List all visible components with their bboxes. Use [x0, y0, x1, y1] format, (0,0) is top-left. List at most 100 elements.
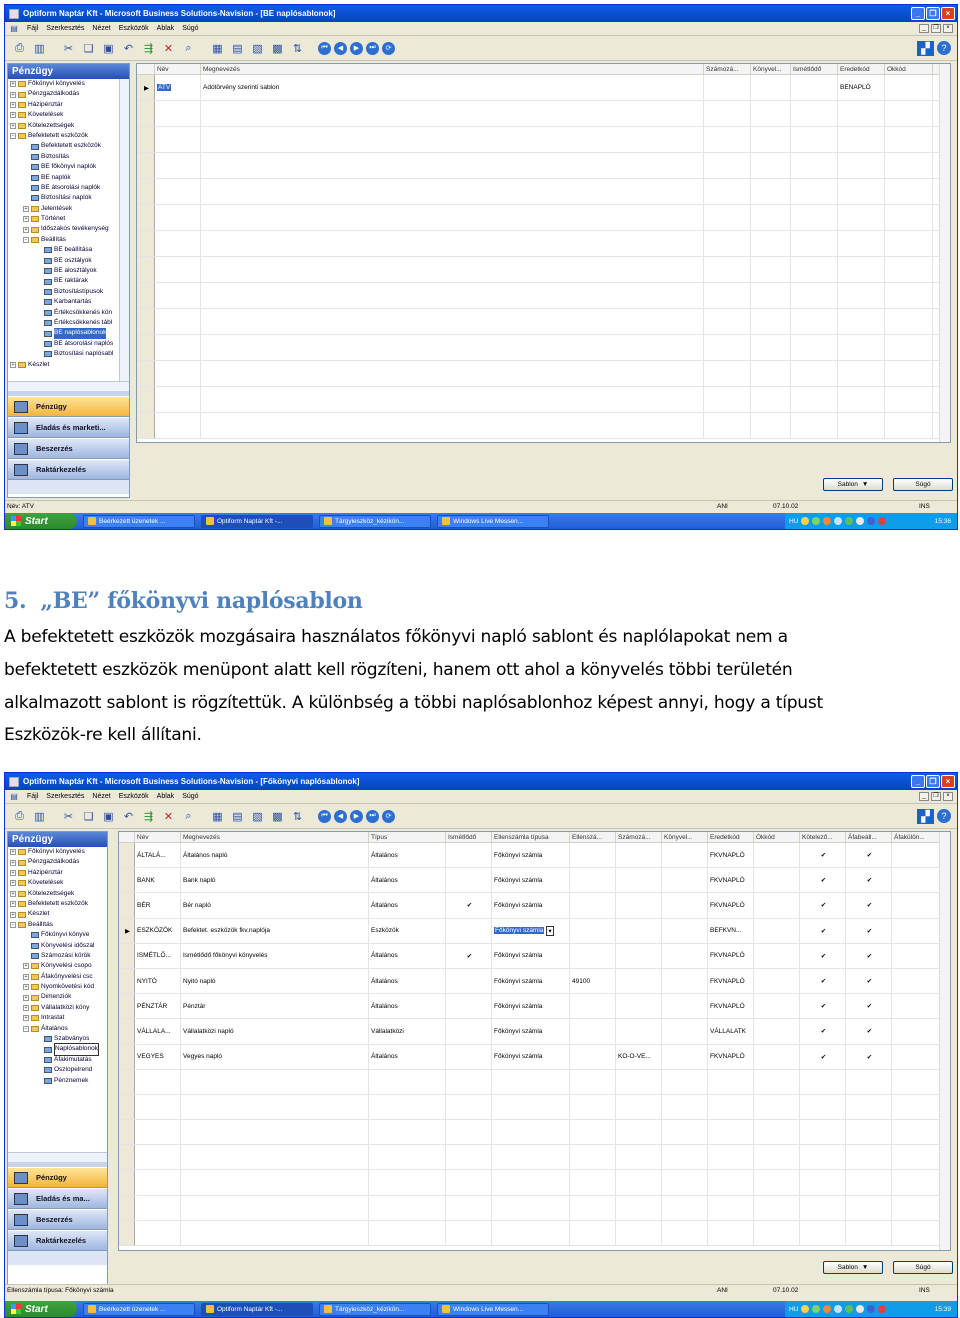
table-cell[interactable]: [492, 1094, 570, 1120]
tree-item[interactable]: + Készlet: [10, 909, 107, 919]
nav-button-penzugy[interactable]: Pénzügy: [8, 396, 129, 417]
table-cell[interactable]: [791, 257, 838, 282]
table-cell[interactable]: [446, 1220, 492, 1245]
table-row[interactable]: [119, 1069, 950, 1095]
table-cell[interactable]: [885, 127, 933, 152]
tree-item[interactable]: +Karbantartás: [10, 297, 129, 307]
tree-item[interactable]: +BE alosztályok: [10, 266, 129, 276]
last-record-icon[interactable]: ⏭: [366, 41, 379, 55]
table-cell[interactable]: [800, 1094, 846, 1120]
table-cell[interactable]: [791, 75, 838, 100]
table-cell[interactable]: [135, 1195, 181, 1220]
next-record-icon[interactable]: ▶: [350, 41, 363, 55]
table-cell[interactable]: [446, 843, 492, 868]
row-indicator[interactable]: [137, 205, 155, 230]
table-cell[interactable]: KO-O-VE...: [616, 1044, 662, 1069]
row-indicator[interactable]: [119, 1094, 135, 1120]
tree-item[interactable]: − Befektetett eszközök: [10, 131, 129, 141]
table-cell[interactable]: [846, 1120, 892, 1145]
table-cell[interactable]: ✔: [846, 943, 892, 968]
table-row[interactable]: [137, 361, 950, 387]
table-cell[interactable]: [492, 1195, 570, 1220]
table-cell[interactable]: [492, 1170, 570, 1195]
menu-window[interactable]: Ablak: [157, 793, 175, 800]
table-cell[interactable]: [885, 75, 933, 100]
table-cell[interactable]: [446, 1044, 492, 1069]
table-cell[interactable]: [446, 1069, 492, 1094]
table-cell[interactable]: [181, 1170, 369, 1195]
table-cell[interactable]: [201, 387, 704, 412]
table-cell[interactable]: Általános: [369, 994, 446, 1019]
table-row[interactable]: ÁLTALÁ... Általános napló Általános Főkönyv…: [119, 843, 950, 869]
tree-item[interactable]: +Értékcsökkenés kön: [10, 308, 129, 318]
table-cell[interactable]: Általános: [369, 968, 446, 994]
column-header[interactable]: Ismétlődő: [791, 64, 838, 74]
table-cell[interactable]: [791, 179, 838, 204]
table-cell[interactable]: [838, 127, 885, 152]
expand-icon[interactable]: +: [23, 205, 29, 212]
expand-icon[interactable]: +: [23, 994, 29, 1001]
table-cell[interactable]: [616, 1120, 662, 1145]
table-cell[interactable]: [570, 918, 616, 943]
tray-icon[interactable]: [878, 517, 887, 525]
row-indicator[interactable]: ▶: [137, 75, 155, 100]
tray-icon[interactable]: [845, 517, 854, 525]
tree-item[interactable]: +Értékcsökkenés tábl: [10, 318, 129, 328]
table-cell[interactable]: [181, 1094, 369, 1120]
table-cell[interactable]: [846, 1195, 892, 1220]
table-cell[interactable]: [570, 893, 616, 918]
row-indicator[interactable]: ▶: [119, 918, 135, 943]
nav-button-raktarkezeles[interactable]: Raktárkezelés: [8, 1230, 107, 1251]
row-indicator[interactable]: [119, 1044, 135, 1069]
tree-item[interactable]: +BE beállítása: [10, 245, 129, 255]
table-cell[interactable]: ÁLTALÁ...: [135, 843, 181, 868]
tree-item[interactable]: +Számozási körök: [10, 951, 107, 961]
task-outlook[interactable]: Beérkezett üzenetek ...: [83, 514, 195, 528]
table-cell[interactable]: [135, 1120, 181, 1145]
menu-edit[interactable]: Szerkesztés: [46, 25, 84, 32]
table-cell[interactable]: [751, 127, 791, 152]
table-cell[interactable]: [492, 1069, 570, 1094]
preview-icon[interactable]: ▥: [31, 40, 48, 57]
table-cell[interactable]: [846, 1094, 892, 1120]
table-cell[interactable]: [751, 205, 791, 230]
table-cell[interactable]: [201, 101, 704, 126]
table-cell[interactable]: [704, 257, 751, 282]
table-row[interactable]: NYITÓ Nyitó napló Általános Főkönyvi számla…: [119, 968, 950, 995]
table-cell[interactable]: [662, 1195, 708, 1220]
tree-item[interactable]: + Vállalatközi köny: [10, 1003, 107, 1013]
table-cell[interactable]: [892, 968, 946, 994]
print-icon[interactable]: ⎙: [11, 808, 28, 825]
row-indicator[interactable]: [119, 1120, 135, 1145]
table-cell[interactable]: [570, 1170, 616, 1195]
undo-icon[interactable]: ↶: [120, 808, 137, 825]
table-cell[interactable]: [754, 1195, 800, 1220]
mdi-close-button[interactable]: ×: [943, 24, 953, 33]
table-cell[interactable]: [135, 1220, 181, 1245]
table-cell[interactable]: [201, 205, 704, 230]
table-cell[interactable]: [662, 1094, 708, 1120]
table-cell[interactable]: Vállalatközi: [369, 1019, 446, 1044]
tray-icon[interactable]: [823, 517, 832, 525]
column-header[interactable]: Ismétlődő: [446, 832, 492, 842]
table-cell[interactable]: [570, 1145, 616, 1170]
table-cell[interactable]: [838, 179, 885, 204]
table-cell[interactable]: ✔: [846, 968, 892, 994]
first-record-icon[interactable]: ⏮: [318, 41, 331, 55]
last-record-icon[interactable]: ⏭: [366, 809, 379, 823]
table-cell[interactable]: [751, 361, 791, 386]
table-cell[interactable]: BÉR: [135, 893, 181, 918]
table-cell[interactable]: [838, 101, 885, 126]
table-cell[interactable]: [155, 283, 201, 308]
tree-item[interactable]: +Biztosítási naplók: [10, 193, 129, 203]
tree-scrollbar[interactable]: [119, 79, 129, 381]
first-record-icon[interactable]: ⏮: [318, 809, 331, 823]
tree-item[interactable]: + Házipénztár: [10, 100, 129, 110]
tree-item[interactable]: + Áfakönyvelési csc: [10, 972, 107, 982]
column-header[interactable]: Megnevezés: [201, 64, 704, 74]
table-cell[interactable]: [838, 153, 885, 178]
table-cell[interactable]: FKVNAPLÓ: [708, 843, 754, 868]
table-cell[interactable]: [704, 127, 751, 152]
table-cell[interactable]: [616, 1195, 662, 1220]
expand-icon[interactable]: +: [23, 973, 29, 980]
